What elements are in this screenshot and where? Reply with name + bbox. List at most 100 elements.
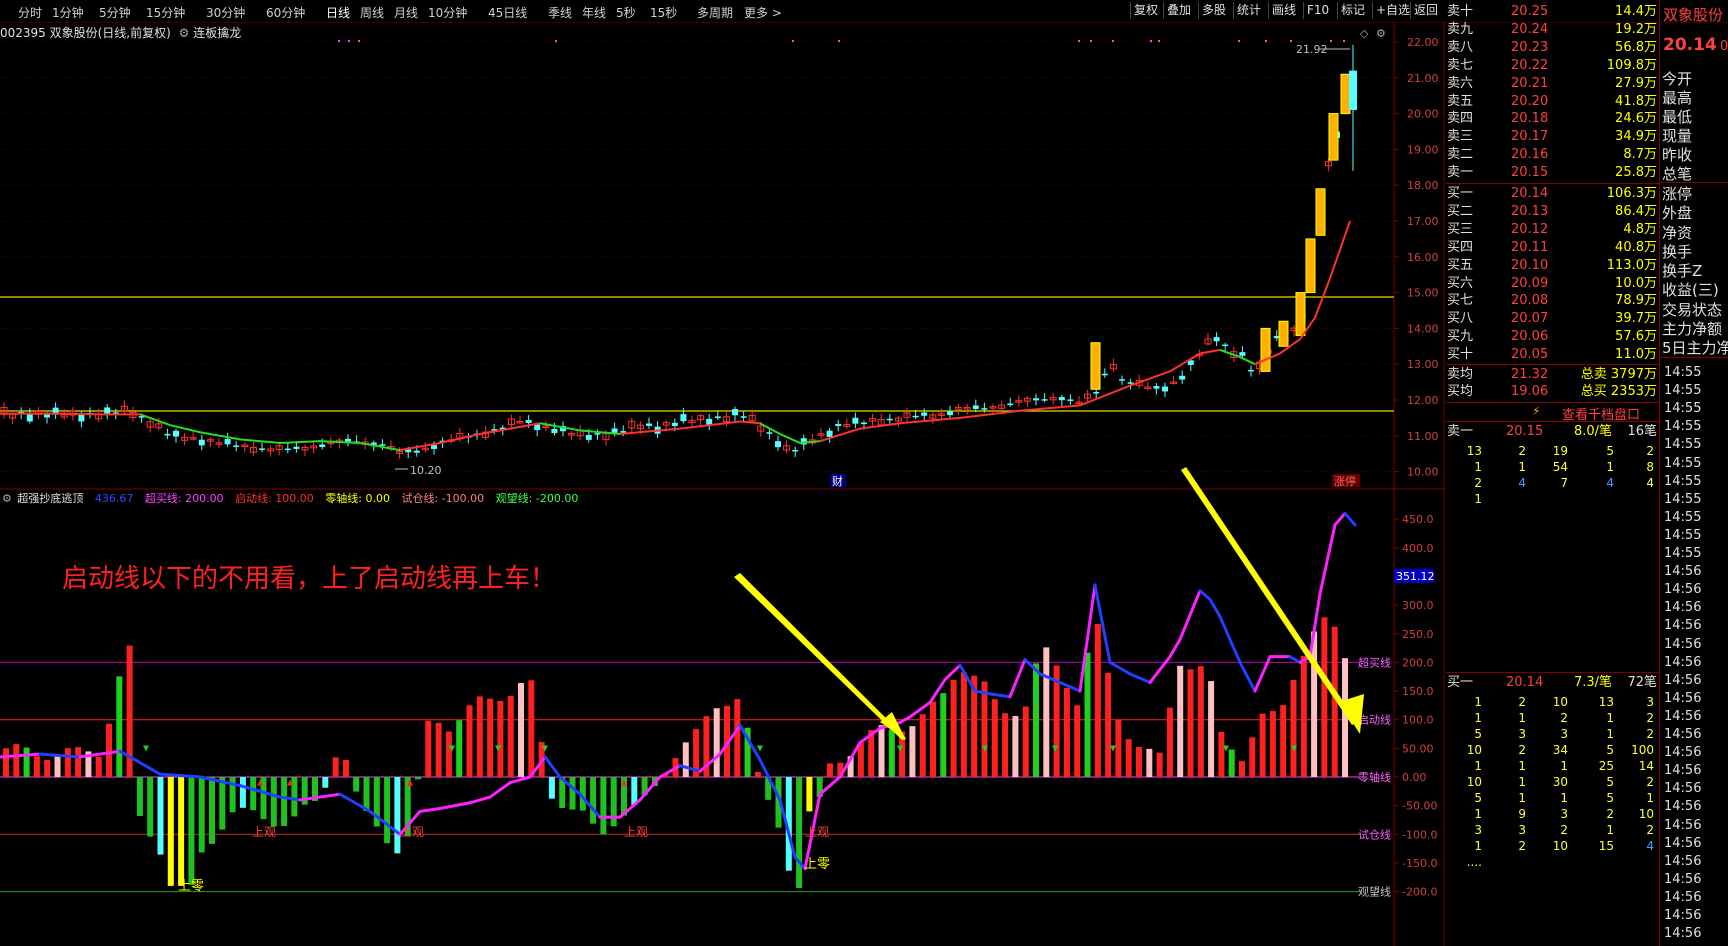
period-tab-10[interactable]: 45日线 [488,4,527,21]
buy-level-1[interactable]: 买一 20.14 106.3万 [1446,185,1659,202]
period-tab-12[interactable]: 年线 [582,4,606,21]
sell-level-2[interactable]: 卖二 20.16 8.7万 [1446,146,1659,163]
indicator-bar [487,698,494,777]
period-tab-7[interactable]: 周线 [360,4,384,21]
settings-icon[interactable]: ⚙ [2,492,12,505]
toolbar-action-0[interactable]: 复权 [1130,2,1161,19]
indicator-axis-label: 100.0 [1402,714,1434,727]
indicator-bar [1166,707,1173,777]
indicator-bar [54,754,61,777]
indicator-bar [548,777,555,799]
indicator-line-segment [438,801,472,811]
queue-cell: 2 [1560,823,1568,837]
arrow-annotation-1 [734,573,906,740]
sell-level-3[interactable]: 卖三 20.17 34.9万 [1446,128,1659,145]
toolbar-action-7[interactable]: +自选 [1372,2,1413,19]
toolbar-action-4[interactable]: 画线 [1268,2,1299,19]
queue-cell: 100 [1631,743,1654,757]
buy-level-6-price: 20.09 [1511,275,1549,291]
buy-level-3[interactable]: 买三 20.12 4.8万 [1446,221,1659,238]
period-tab-16[interactable]: 更多 > [744,4,782,21]
period-tab-4[interactable]: 30分钟 [206,4,245,21]
indicator-bar [1105,672,1112,777]
queue-cell: 4 [1646,476,1654,490]
buy-level-2[interactable]: 买二 20.13 86.4万 [1446,203,1659,220]
indicator-bar [75,747,82,777]
buy-level-9[interactable]: 买九 20.06 57.6万 [1446,328,1659,345]
queue-cell: 13 [1466,444,1482,458]
period-tab-5[interactable]: 60分钟 [266,4,305,21]
queue-cell: 4 [1606,476,1614,490]
sell-level-5[interactable]: 卖五 20.20 41.8万 [1446,93,1659,110]
toolbar-action-8[interactable]: 返回 [1410,2,1441,19]
queue-cell: .... [1466,855,1482,869]
sell-level-9[interactable]: 卖九 20.24 19.2万 [1446,21,1659,38]
sell-level-10[interactable]: 卖十 20.25 14.4万 [1446,3,1659,20]
buy-level-8[interactable]: 买八 20.07 39.7万 [1446,310,1659,327]
period-tab-2[interactable]: 5分钟 [99,4,131,21]
sell-level-1[interactable]: 卖一 20.15 25.8万 [1446,164,1659,181]
indicator-bar [1259,713,1266,777]
indicator-line-segment [38,752,82,759]
period-tab-3[interactable]: 15分钟 [146,4,185,21]
period-tab-13[interactable]: 5秒 [616,4,636,21]
buy-level-5-volume: 113.0万 [1606,257,1657,273]
tick-time: 14:56 [1664,618,1702,634]
indicator-bar [1156,752,1163,777]
period-tab-1[interactable]: 1分钟 [52,4,84,21]
sell-level-6-price: 20.21 [1511,75,1549,91]
candle-body [1222,344,1229,347]
queue-cell: 10 [1638,807,1654,821]
queue-cell: 3 [1518,727,1526,741]
sell-level-8[interactable]: 卖八 20.23 56.8万 [1446,39,1659,56]
indicator-name[interactable]: 超强抄底逃顶 [17,492,83,505]
buy-level-6[interactable]: 买六 20.09 10.0万 [1446,275,1659,292]
sell1-summary-label: 卖一 [1447,424,1474,439]
buy-level-7[interactable]: 买七 20.08 78.9万 [1446,292,1659,309]
qiandang-button[interactable]: ⚡ 查看千档盘口 [1446,402,1659,423]
queue-cell: 1 [1474,695,1482,709]
avg-sell[interactable]: 卖均 21.32 总卖 3797万 [1446,366,1659,383]
period-tab-15[interactable]: 多周期 [697,4,733,21]
indicator-line-segment [488,781,512,799]
buy-level-4[interactable]: 买四 20.11 40.8万 [1446,239,1659,256]
sell-level-4-label: 卖四 [1447,111,1474,127]
tick-time: 14:55 [1664,383,1702,399]
candle-body [714,416,721,419]
period-tab-9[interactable]: 10分钟 [428,4,467,21]
diamond-icon[interactable]: ◇ [1360,27,1369,40]
price-axis-label: 15.00 [1407,287,1439,300]
avg-buy-volume: 总买 2353万 [1580,384,1657,399]
tick-time: 14:55 [1664,419,1702,435]
period-tab-14[interactable]: 15秒 [650,4,677,21]
ma-line-segment-7 [1219,348,1256,366]
chart-area[interactable]: 22.00 21.00 20.00 19.00 18.00 17.00 16.00 15.00… [0,22,1445,946]
indicator-line-segment [1288,655,1302,664]
candle-body [1058,397,1065,401]
sell-level-4[interactable]: 卖四 20.18 24.6万 [1446,110,1659,127]
sell-level-6[interactable]: 卖六 20.21 27.9万 [1446,75,1659,92]
toolbar-action-5[interactable]: F10 [1303,2,1332,19]
period-tab-11[interactable]: 季线 [548,4,572,21]
candle-body [1101,373,1108,376]
toolbar-action-3[interactable]: 统计 [1233,2,1264,19]
period-tab-8[interactable]: 月线 [394,4,418,21]
toolbar-action-6[interactable]: 标记 [1337,2,1368,19]
buy-level-8-volume: 39.7万 [1615,311,1657,327]
avg-buy[interactable]: 买均 19.06 总买 2353万 [1446,383,1659,400]
period-tab-0[interactable]: 分时 [18,4,42,21]
settings-icon[interactable]: ⚙ [1376,27,1386,40]
toolbar-action-1[interactable]: 叠加 [1163,2,1194,19]
buy-level-5[interactable]: 买五 20.10 113.0万 [1446,257,1659,274]
price-axis-label: 12.00 [1407,394,1439,407]
sell-level-7[interactable]: 卖七 20.22 109.8万 [1446,57,1659,74]
queue-cell: 2 [1646,711,1654,725]
queue-cell: 7 [1560,476,1568,490]
indicator-bar [888,729,895,777]
toolbar-action-2[interactable]: 多股 [1198,2,1229,19]
indicator-bar [3,748,9,777]
buy-level-10[interactable]: 买十 20.05 11.0万 [1446,346,1659,363]
buy-level-6-label: 买六 [1447,275,1474,291]
indicator-bar [981,681,988,777]
period-tab-6[interactable]: 日线 [326,4,350,21]
